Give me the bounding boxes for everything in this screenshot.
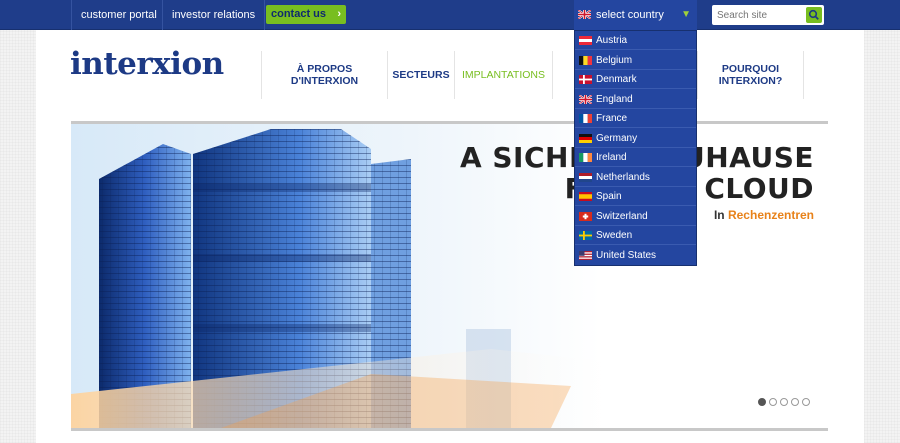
- country-option-label: England: [596, 93, 633, 105]
- slide-dot-2[interactable]: [769, 398, 777, 406]
- contact-us-button[interactable]: contact us ›: [266, 5, 347, 24]
- belgium-flag-icon: [579, 55, 592, 65]
- search-input[interactable]: [712, 5, 804, 25]
- customer-portal-link[interactable]: customer portal: [71, 0, 166, 30]
- spain-flag-icon: [579, 192, 592, 201]
- slide-dot-3[interactable]: [780, 398, 788, 406]
- country-option-label: Ireland: [596, 152, 627, 163]
- hero-subline: In Rechenzentren: [714, 208, 814, 222]
- uk-flag-icon: [579, 94, 592, 104]
- nav-item-hidden[interactable]: [552, 51, 574, 99]
- country-select-label: select country: [596, 9, 664, 21]
- country-option-switzerland[interactable]: Switzerland: [575, 207, 696, 226]
- slide-dot-1[interactable]: [758, 398, 766, 406]
- nav-item-pourquoi[interactable]: POURQUOI INTERXION?: [697, 51, 804, 99]
- country-option-united-states[interactable]: United States: [575, 246, 696, 265]
- country-option-germany[interactable]: Germany: [575, 129, 696, 148]
- country-option-label: Belgium: [596, 54, 633, 66]
- nav-item-implantations[interactable]: IMPLANTATIONS: [454, 51, 552, 99]
- country-option-label: Switzerland: [596, 210, 648, 222]
- usa-flag-icon: [579, 250, 592, 260]
- france-flag-icon: [579, 114, 592, 123]
- interxion-logo[interactable]: interxion: [70, 46, 224, 82]
- nav-item-secteurs[interactable]: SECTEURS: [387, 51, 454, 99]
- slide-dot-5[interactable]: [802, 398, 810, 406]
- country-option-austria[interactable]: Austria: [575, 31, 696, 50]
- country-option-france[interactable]: France: [575, 109, 696, 128]
- uk-flag-icon: [578, 10, 591, 19]
- hero-subline-prefix: In: [713, 208, 728, 222]
- slide-dot-4[interactable]: [791, 398, 799, 406]
- country-dropdown: Austria Belgium Denmark England France G…: [574, 30, 697, 266]
- denmark-flag-icon: [579, 75, 592, 84]
- sweden-flag-icon: [579, 231, 592, 240]
- country-option-label: Sweden: [596, 230, 633, 241]
- investor-relations-link[interactable]: investor relations: [162, 0, 266, 30]
- arrow-right-icon: ›: [337, 8, 342, 20]
- nav-item-a-propos[interactable]: À PROPOS D'INTERXION: [261, 51, 387, 99]
- country-option-label: Spain: [596, 191, 622, 202]
- search-button[interactable]: [806, 7, 822, 23]
- country-option-denmark[interactable]: Denmark: [575, 70, 696, 89]
- country-option-netherlands[interactable]: Netherlands: [575, 168, 696, 187]
- country-option-label: France: [596, 113, 628, 124]
- hero-banner: A SICHERES ZUHAUSE FÜR DIE CLOUD In Rech…: [71, 121, 828, 431]
- hero-subline-highlight: Rechenzentren: [727, 208, 814, 222]
- country-option-belgium[interactable]: Belgium: [575, 51, 696, 70]
- ireland-flag-icon: [579, 153, 592, 162]
- country-option-label: Netherlands: [596, 171, 650, 183]
- country-option-ireland[interactable]: Ireland: [575, 148, 696, 167]
- country-option-label: Germany: [596, 132, 638, 144]
- chevron-down-icon: ▼: [681, 9, 691, 20]
- country-select[interactable]: select country ▼: [574, 0, 697, 30]
- germany-flag-icon: [579, 133, 592, 143]
- search-box: [712, 5, 824, 25]
- country-option-england[interactable]: England: [575, 90, 696, 109]
- search-icon: [808, 9, 819, 20]
- austria-flag-icon: [579, 36, 592, 45]
- country-option-label: Denmark: [596, 74, 637, 85]
- top-bar: customer portal investor relations conta…: [0, 0, 900, 30]
- country-option-sweden[interactable]: Sweden: [575, 226, 696, 245]
- country-option-label: United States: [596, 249, 657, 261]
- switzerland-flag-icon: [579, 211, 592, 221]
- netherlands-flag-icon: [579, 172, 592, 182]
- country-option-label: Austria: [596, 35, 628, 46]
- contact-us-label: contact us: [271, 8, 327, 20]
- country-option-spain[interactable]: Spain: [575, 187, 696, 206]
